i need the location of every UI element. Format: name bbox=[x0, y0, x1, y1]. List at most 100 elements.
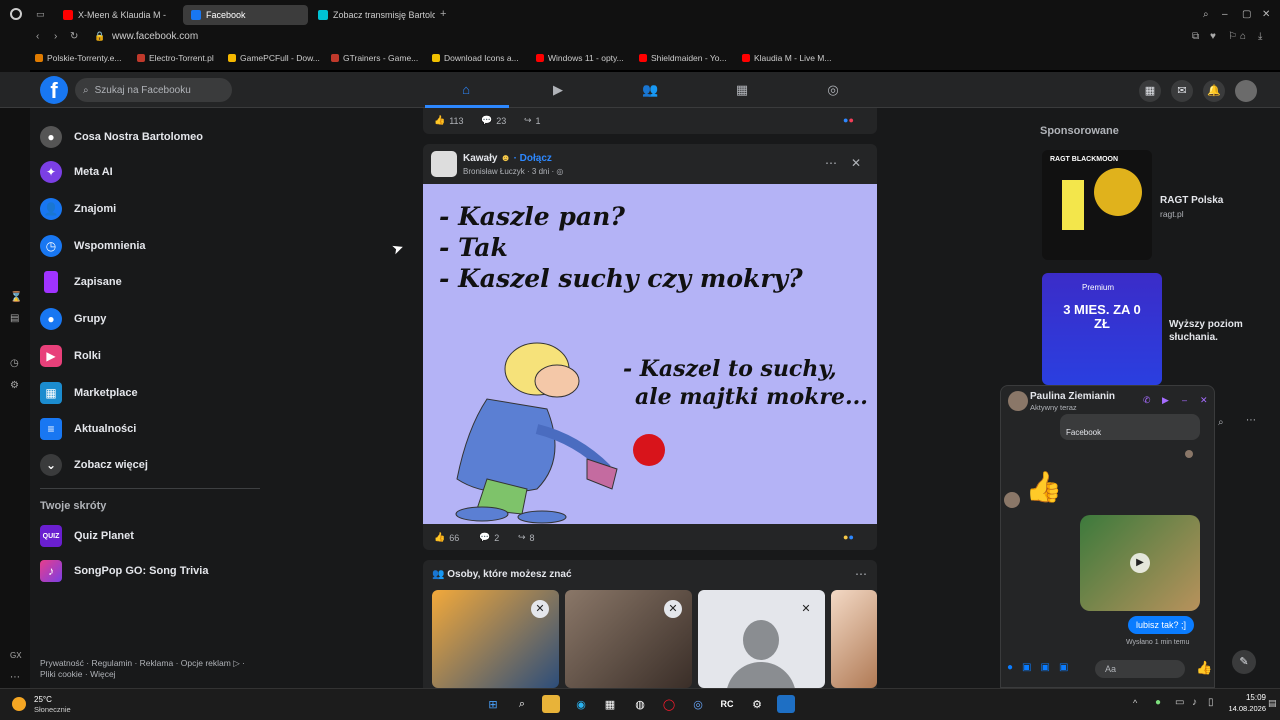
home-icon[interactable]: ⌂ bbox=[458, 82, 474, 98]
notifications-icon[interactable]: 🔔 bbox=[1203, 80, 1225, 102]
group-name[interactable]: Kawały bbox=[463, 153, 497, 164]
facebook-logo[interactable]: f bbox=[40, 76, 68, 104]
reload-icon[interactable]: ↻ bbox=[70, 31, 78, 42]
video-call-icon[interactable]: ▶ bbox=[1162, 395, 1169, 406]
store-icon[interactable]: ▦ bbox=[601, 695, 619, 713]
like-button[interactable]: 👍 66 bbox=[434, 532, 459, 543]
more-icon[interactable]: ⋯ bbox=[10, 672, 20, 683]
prev-share-button[interactable]: ↪ 1 bbox=[524, 115, 541, 126]
notes-icon[interactable]: ▤ bbox=[10, 313, 19, 324]
reaction-summary-icon[interactable]: ●● bbox=[843, 115, 854, 125]
play-icon[interactable]: ▶ bbox=[1130, 553, 1150, 573]
file-explorer-icon[interactable] bbox=[542, 695, 560, 713]
reaction-summary-icon[interactable]: ●● bbox=[843, 532, 854, 542]
history-icon[interactable]: ⌛ bbox=[10, 292, 22, 303]
bookmark-item[interactable]: Polskie-Torrenty.e... bbox=[35, 53, 121, 63]
gif-icon[interactable]: ▣ bbox=[1059, 662, 1077, 673]
shortcut-quiz-planet[interactable]: QUIZ Quiz Planet bbox=[40, 521, 134, 551]
group-avatar[interactable] bbox=[431, 151, 457, 177]
rc-app-icon[interactable]: RC bbox=[718, 695, 736, 713]
sidebar-see-more[interactable]: ⌄ Zobacz więcej bbox=[40, 450, 148, 480]
clock-time[interactable]: 15:09 bbox=[1226, 693, 1266, 702]
sidebar-item-memories[interactable]: ◷ Wspomnienia bbox=[40, 231, 146, 261]
bookmark-item[interactable]: Windows 11 - opty... bbox=[536, 53, 624, 63]
prev-like-button[interactable]: 👍 113 bbox=[434, 115, 464, 126]
suggested-person-4[interactable] bbox=[831, 590, 877, 688]
comment-button[interactable]: 💬 2 bbox=[479, 532, 499, 543]
post-image[interactable]: - Kaszle pan? - Tak - Kaszel suchy czy m… bbox=[423, 184, 877, 524]
join-link[interactable]: · Dołącz bbox=[514, 153, 552, 164]
url-field[interactable]: www.facebook.com bbox=[112, 31, 198, 43]
edge-icon[interactable]: ◉ bbox=[572, 695, 590, 713]
forward-icon[interactable]: › bbox=[54, 31, 57, 42]
mic-icon[interactable]: ● bbox=[1007, 662, 1022, 673]
browser-logo-icon[interactable] bbox=[10, 8, 22, 20]
tab-facebook[interactable]: Facebook bbox=[183, 5, 308, 25]
close-window-icon[interactable]: ✕ bbox=[1262, 9, 1270, 20]
download-icon[interactable]: ⤓ bbox=[1258, 31, 1262, 42]
ad-image-ragt[interactable]: RAGT BLACKMOON bbox=[1042, 150, 1152, 260]
steam-icon[interactable]: ⚙ bbox=[748, 695, 766, 713]
close-icon[interactable]: ✕ bbox=[797, 600, 815, 618]
tray-mic-icon[interactable]: ● bbox=[1155, 697, 1161, 708]
clock-date[interactable]: 14.08.2026 bbox=[1218, 704, 1266, 713]
maximize-icon[interactable]: ▢ bbox=[1242, 9, 1251, 20]
contacts-search-icon[interactable]: ⌕ bbox=[1218, 417, 1224, 428]
minimize-chat-icon[interactable]: – bbox=[1182, 395, 1187, 405]
minimize-icon[interactable]: – bbox=[1222, 9, 1228, 20]
profile-avatar[interactable] bbox=[1235, 80, 1257, 102]
author-time[interactable]: Bronisław Łuczyk · 3 dni · bbox=[463, 167, 554, 176]
search-input[interactable]: ⌕ Szukaj na Facebooku bbox=[75, 78, 232, 102]
tab-youtube[interactable]: X-Meen & Klaudia M - bbox=[55, 5, 180, 25]
sidebar-item-friends[interactable]: 👤 Znajomi bbox=[40, 194, 116, 224]
opera-gx-icon[interactable]: ◯ bbox=[660, 695, 678, 713]
tray-expand-icon[interactable]: ^ bbox=[1133, 698, 1137, 708]
contacts-options-icon[interactable]: ⋯ bbox=[1246, 415, 1256, 426]
wallet-icon[interactable]: ⌂ bbox=[1240, 31, 1246, 42]
search-tabs-icon[interactable]: ⌕ bbox=[1203, 9, 1209, 20]
post-options-icon[interactable]: ⋯ bbox=[825, 156, 837, 170]
marketplace-icon[interactable]: ▦ bbox=[734, 82, 750, 98]
sidebar-item-meta-ai[interactable]: ✦ Meta AI bbox=[40, 157, 113, 187]
shared-post-preview[interactable]: Facebook bbox=[1060, 414, 1200, 440]
prev-comment-button[interactable]: 💬 23 bbox=[481, 115, 506, 126]
chat-message-input[interactable]: Aa bbox=[1095, 660, 1185, 678]
start-icon[interactable]: ⊞ bbox=[484, 695, 502, 713]
sidebar-item-reels[interactable]: ▶ Rolki bbox=[40, 341, 101, 371]
network-icon[interactable]: ▭ bbox=[1175, 697, 1184, 708]
heart-icon[interactable]: ♥ bbox=[1210, 31, 1216, 42]
sidebar-item-feeds[interactable]: ≡ Aktualności bbox=[40, 414, 136, 444]
close-icon[interactable]: ✕ bbox=[531, 600, 549, 618]
screenshot-icon[interactable]: ⧉ bbox=[1192, 31, 1199, 42]
settings-icon[interactable]: ⚙ bbox=[10, 380, 19, 391]
new-message-icon[interactable]: ✎ bbox=[1232, 650, 1256, 674]
video-icon[interactable]: ▶ bbox=[550, 82, 566, 98]
app-icon[interactable]: ◎ bbox=[689, 695, 707, 713]
battery-icon[interactable]: ▯ bbox=[1208, 697, 1214, 708]
sidebar-item-marketplace[interactable]: ▦ Marketplace bbox=[40, 378, 138, 408]
sidebar-item-groups[interactable]: ● Grupy bbox=[40, 304, 106, 334]
bookmark-item[interactable]: GamePCFull - Dow... bbox=[228, 53, 320, 63]
notification-center-icon[interactable]: ▤ bbox=[1268, 698, 1277, 709]
shortcut-songpop[interactable]: ♪ SongPop GO: Song Trivia bbox=[40, 556, 208, 586]
media-app-icon[interactable] bbox=[777, 695, 795, 713]
tab-stream[interactable]: Zobacz transmisję Bartolon bbox=[310, 5, 435, 25]
close-chat-icon[interactable]: ✕ bbox=[1200, 395, 1208, 406]
chat-contact-name[interactable]: Paulina Ziemianin bbox=[1030, 391, 1115, 402]
close-icon[interactable]: ✕ bbox=[664, 600, 682, 618]
ad-name[interactable]: RAGT Polska bbox=[1160, 195, 1223, 206]
messenger-icon[interactable]: ✉ bbox=[1171, 80, 1193, 102]
ad-image-premium[interactable]: Premium 3 MIES. ZA 0 ZŁ bbox=[1042, 273, 1162, 385]
friends-icon[interactable]: 👥 bbox=[642, 82, 658, 98]
clock-icon[interactable]: ◷ bbox=[10, 358, 19, 369]
phone-icon[interactable]: ✆ bbox=[1143, 395, 1151, 406]
sidebar-item-profile[interactable]: ● Cosa Nostra Bartolomeo bbox=[40, 122, 203, 152]
volume-icon[interactable]: ♪ bbox=[1192, 697, 1197, 708]
new-tab-icon[interactable]: + bbox=[440, 8, 446, 20]
footer-links[interactable]: Prywatność · Regulamin · Reklama · Opcje… bbox=[40, 658, 260, 680]
menu-grid-icon[interactable]: ▦ bbox=[1139, 80, 1161, 102]
obs-icon[interactable]: ◍ bbox=[631, 695, 649, 713]
send-like-icon[interactable]: 👍 bbox=[1196, 660, 1212, 676]
share-button[interactable]: ↪ 8 bbox=[518, 532, 535, 543]
weather-sun-icon[interactable] bbox=[12, 697, 26, 711]
